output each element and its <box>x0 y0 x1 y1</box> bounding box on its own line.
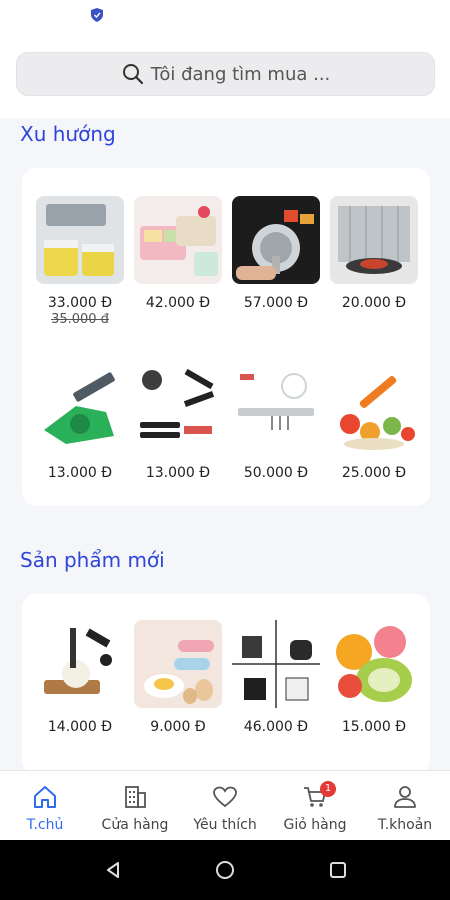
product-card[interactable]: 13.000 Đ <box>134 366 222 482</box>
search-icon <box>122 64 143 85</box>
product-price: 46.000 Đ <box>243 719 309 735</box>
back-icon[interactable] <box>103 860 123 880</box>
product-card[interactable]: 46.000 Đ <box>232 620 320 736</box>
recents-icon[interactable] <box>328 860 348 880</box>
search-placeholder: Tôi đang tìm mua ... <box>150 63 331 85</box>
product-price: 13.000 Đ <box>145 465 211 481</box>
building-icon <box>125 786 146 808</box>
nav-label: Cửa hàng <box>101 817 169 833</box>
status-bar <box>0 0 450 34</box>
product-card[interactable]: 9.000 Đ <box>134 620 222 736</box>
product-image <box>330 366 418 454</box>
product-price: 50.000 Đ <box>243 465 309 481</box>
search-input[interactable]: Tôi đang tìm mua ... <box>16 52 435 96</box>
trending-card: 33.000 Đ 35.000 đ 42.000 Đ 57.000 Đ 20.0… <box>22 168 430 506</box>
product-price: 9.000 Đ <box>150 719 206 735</box>
product-price: 57.000 Đ <box>243 295 309 311</box>
product-image <box>232 620 320 708</box>
product-price: 33.000 Đ <box>47 295 113 311</box>
product-card[interactable]: 14.000 Đ <box>36 620 124 736</box>
cart-badge: 1 <box>320 781 336 797</box>
product-card[interactable]: 50.000 Đ <box>232 366 320 482</box>
product-image <box>134 196 222 284</box>
product-image <box>330 196 418 284</box>
product-price: 14.000 Đ <box>47 719 113 735</box>
nav-label: T.chủ <box>26 817 64 833</box>
section-title-trending: Xu hướng <box>20 122 116 146</box>
nav-item-cart[interactable]: 1 Giỏ hàng <box>270 771 360 840</box>
home-button-icon[interactable] <box>215 860 235 880</box>
product-price: 20.000 Đ <box>341 295 407 311</box>
product-card[interactable]: 42.000 Đ <box>134 196 222 328</box>
product-price: 42.000 Đ <box>145 295 211 311</box>
product-old-price: 35.000 đ <box>51 312 109 327</box>
product-card[interactable]: 15.000 Đ <box>330 620 418 736</box>
system-nav-bar <box>0 840 450 900</box>
product-price: 13.000 Đ <box>47 465 113 481</box>
user-icon <box>394 786 416 808</box>
product-image <box>232 366 320 454</box>
product-price: 15.000 Đ <box>341 719 407 735</box>
nav-label: Yêu thích <box>193 817 257 833</box>
product-card[interactable]: 25.000 Đ <box>330 366 418 482</box>
search-header: Tôi đang tìm mua ... <box>0 34 450 118</box>
nav-item-account[interactable]: T.khoản <box>360 771 450 840</box>
product-image <box>330 620 418 708</box>
bottom-nav: T.chủ Cửa hàng Yêu thích 1 Giỏ hàng T.kh… <box>0 770 450 840</box>
product-card[interactable]: 33.000 Đ 35.000 đ <box>36 196 124 328</box>
product-card[interactable]: 57.000 Đ <box>232 196 320 328</box>
home-icon <box>34 786 56 808</box>
product-image <box>134 366 222 454</box>
product-price: 25.000 Đ <box>341 465 407 481</box>
nav-label: T.khoản <box>377 817 433 833</box>
product-card[interactable]: 13.000 Đ <box>36 366 124 482</box>
new-products-card: 14.000 Đ 9.000 Đ 46.000 Đ 15.000 Đ <box>22 594 430 774</box>
product-card[interactable]: 20.000 Đ <box>330 196 418 328</box>
new-products-grid: 14.000 Đ 9.000 Đ 46.000 Đ 15.000 Đ <box>36 620 418 736</box>
product-image <box>36 366 124 454</box>
trending-grid-row-1: 33.000 Đ 35.000 đ 42.000 Đ 57.000 Đ 20.0… <box>36 196 418 328</box>
nav-item-home[interactable]: T.chủ <box>0 771 90 840</box>
product-image <box>36 196 124 284</box>
product-image <box>134 620 222 708</box>
heart-icon <box>213 786 237 808</box>
nav-item-favorites[interactable]: Yêu thích <box>180 771 270 840</box>
trending-grid-row-2: 13.000 Đ 13.000 Đ 50.000 Đ 25.000 Đ <box>36 366 418 482</box>
product-image <box>36 620 124 708</box>
product-image <box>232 196 320 284</box>
shield-icon <box>91 8 103 22</box>
section-title-new-products: Sản phẩm mới <box>20 548 165 572</box>
nav-label: Giỏ hàng <box>283 817 347 833</box>
nav-item-store[interactable]: Cửa hàng <box>90 771 180 840</box>
